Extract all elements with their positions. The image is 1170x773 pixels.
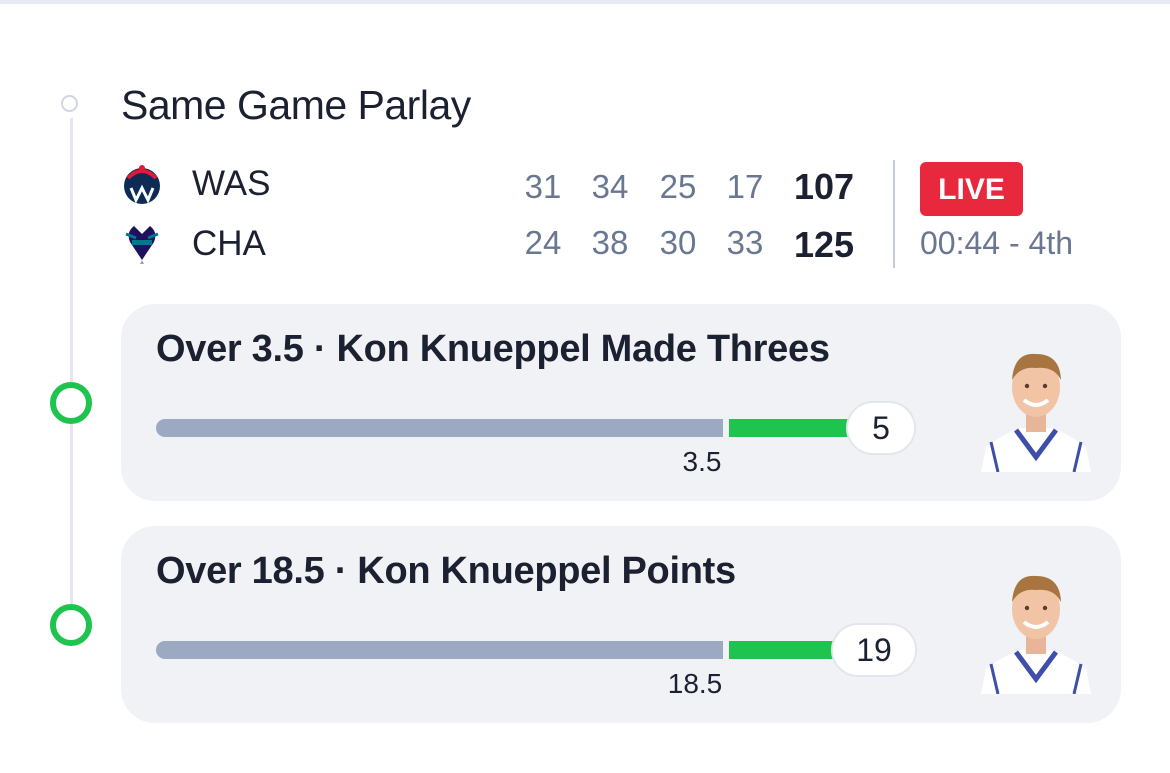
line-value-label: 3.5 [682,446,722,477]
total-score-was: 107 [793,166,855,207]
line-value-label: 18.5 [667,668,723,699]
leg-title: Over 18.5 · Kon Knueppel Points [156,550,736,592]
actual-value-pill: 19 [831,623,917,677]
leg-card-made-threes[interactable]: Over 3.5 · Kon Knueppel Made Threes 5 3.… [121,304,1121,501]
q4-score-cha: 33 [726,224,764,261]
q1-score-cha: 24 [524,224,562,261]
timeline-line [70,118,73,633]
q3-score-was: 25 [659,168,697,205]
score-divider [893,160,895,268]
top-divider [0,0,1170,4]
game-clock: 00:44 - 4th [920,225,1073,261]
q1-score-was: 31 [524,168,562,205]
leg-title: Over 3.5 · Kon Knueppel Made Threes [156,328,830,370]
live-badge: LIVE [920,162,1023,216]
player-headshot-icon [981,353,1091,472]
progress-bar-over-line [729,641,835,659]
page-title: Same Game Parlay [121,82,471,128]
leg-card-points[interactable]: Over 18.5 · Kon Knueppel Points 19 18.5 [121,526,1121,723]
leg-1-status-icon [50,382,92,424]
progress-bar-to-line [156,419,723,437]
q2-score-cha: 38 [591,224,629,261]
player-headshot-icon [981,575,1091,694]
team-abbr-was: WAS [192,164,271,203]
progress-bar-over-line [729,419,849,437]
q2-score-was: 34 [591,168,629,205]
actual-value-pill: 5 [846,401,916,455]
q3-score-cha: 30 [659,224,697,261]
total-score-cha: 125 [793,224,855,265]
leg-2-status-icon [50,604,92,646]
team-abbr-cha: CHA [192,224,266,263]
hornets-logo-icon [125,226,159,264]
wizards-logo-icon [124,165,160,204]
q4-score-was: 17 [726,168,764,205]
timeline-start-icon [61,95,78,112]
progress-bar-to-line [156,641,723,659]
